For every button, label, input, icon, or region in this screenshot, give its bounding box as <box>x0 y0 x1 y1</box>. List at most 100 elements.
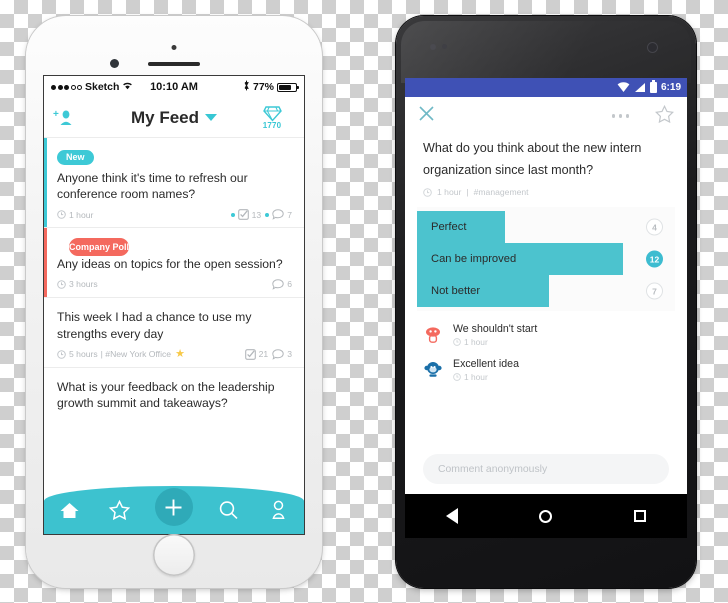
comments-list: We shouldn't start 1 hour Excellent idea… <box>405 311 687 382</box>
unread-dot-icon <box>265 212 270 217</box>
page-title: My Feed <box>130 107 200 127</box>
iphone-sensor <box>171 45 177 50</box>
gem-count-label: 1770 <box>262 121 282 130</box>
recent-square-icon[interactable] <box>634 510 646 522</box>
comment-input[interactable]: Comment anonymously <box>423 454 669 484</box>
close-button[interactable] <box>418 105 435 127</box>
create-post-button[interactable] <box>154 488 193 526</box>
android-app-bar <box>405 97 687 135</box>
vote-count: 21 <box>258 349 269 360</box>
poll-option[interactable]: Can be improved 12 <box>417 243 675 276</box>
sidebar-item-favorites[interactable] <box>105 500 135 520</box>
card-time: 3 hours <box>69 279 98 290</box>
comment-text: We shouldn't start <box>453 323 538 336</box>
comment-stat[interactable]: 3 <box>272 348 292 360</box>
poll-option-count: 4 <box>646 218 663 236</box>
iphone-front-camera <box>110 59 119 68</box>
more-options-button[interactable] <box>611 114 629 118</box>
mushroom-avatar-icon <box>423 325 443 345</box>
card-tag: | #New York Office <box>100 349 172 360</box>
gem-balance-button[interactable]: 1770 <box>249 105 295 130</box>
feed-card[interactable]: What is your feedback on the leadership … <box>44 367 304 426</box>
android-front-camera <box>430 44 436 50</box>
battery-icon <box>649 80 657 93</box>
home-circle-icon[interactable] <box>539 510 552 523</box>
sidebar-item-home[interactable] <box>54 501 84 520</box>
battery-icon <box>277 82 300 92</box>
card-time: 1 hour <box>69 209 94 220</box>
home-icon <box>60 502 79 518</box>
bluetooth-icon <box>243 80 250 94</box>
ios-clock: 10:10 AM <box>150 81 198 93</box>
vote-stat[interactable]: 13 <box>230 209 262 221</box>
poll-option[interactable]: Not better 7 <box>417 275 675 308</box>
svg-text:+: + <box>53 109 59 120</box>
card-text: This week I had a chance to use my stren… <box>57 309 252 341</box>
star-outline-icon <box>655 104 674 123</box>
status-badge: Company Poll <box>69 238 130 257</box>
android-screen: 6:19 What do you think about the new int… <box>405 78 687 538</box>
android-device: 6:19 What do you think about the new int… <box>396 16 696 588</box>
poll-option[interactable]: Perfect 4 <box>417 211 675 244</box>
back-triangle-icon[interactable] <box>445 508 458 524</box>
comment-count: 6 <box>287 279 292 290</box>
clock-icon <box>453 373 461 381</box>
android-nav-bar <box>405 494 687 538</box>
ios-status-bar: Sketch 10:10 AM 77% <box>44 76 304 98</box>
clock-icon <box>57 210 66 219</box>
card-accent-bar <box>44 228 47 297</box>
wifi-icon <box>617 82 630 92</box>
comment-stat[interactable]: 7 <box>265 209 292 220</box>
favorite-button[interactable] <box>655 104 674 128</box>
comment-count: 3 <box>287 349 292 360</box>
search-icon <box>219 501 238 519</box>
feed-card[interactable]: New Anyone think it's time to refresh ou… <box>44 138 304 229</box>
comment-bubble-icon <box>272 348 284 360</box>
android-status-bar: 6:19 <box>405 78 687 97</box>
clock-icon <box>423 187 432 197</box>
post-tag: #management <box>473 187 529 198</box>
more-options-icon <box>611 114 615 118</box>
comment-stat[interactable]: 6 <box>272 279 292 290</box>
card-text: What is your feedback on the leadership … <box>57 379 275 411</box>
android-glass-reflection <box>401 21 691 83</box>
iphone-device: Sketch 10:10 AM 77% + My Feed 1770 New A… <box>26 16 322 588</box>
list-item[interactable]: We shouldn't start 1 hour <box>423 323 669 347</box>
star-filled-icon[interactable]: ★ <box>175 348 185 360</box>
profile-icon <box>272 500 285 520</box>
feed-title-dropdown[interactable]: My Feed <box>99 108 249 128</box>
android-proximity-sensor <box>442 44 447 49</box>
vote-stat[interactable]: 21 <box>244 348 269 360</box>
feed-list: New Anyone think it's time to refresh ou… <box>44 138 304 426</box>
list-item[interactable]: Excellent idea 1 hour <box>423 358 669 382</box>
comment-time-label: 1 hour <box>464 337 488 348</box>
card-meta: 5 hours | #New York Office ★ 21 3 <box>57 348 292 360</box>
iphone-earpiece <box>148 62 200 66</box>
card-time: 5 hours <box>69 349 98 360</box>
unread-dot-icon <box>230 212 235 217</box>
clock-icon <box>453 338 461 346</box>
android-earpiece <box>647 42 658 53</box>
comment-placeholder: Comment anonymously <box>438 463 548 475</box>
card-meta: 3 hours 6 <box>57 279 292 290</box>
ios-tab-bar <box>44 486 304 534</box>
carrier-label: Sketch <box>85 81 120 93</box>
close-x-icon <box>419 106 434 121</box>
add-person-icon: + <box>53 109 72 125</box>
battery-percent-label: 77% <box>253 81 275 93</box>
card-accent-bar <box>44 138 47 228</box>
feed-card[interactable]: This week I had a chance to use my stren… <box>44 297 304 368</box>
add-person-button[interactable]: + <box>53 108 99 128</box>
sidebar-item-profile[interactable] <box>264 500 294 520</box>
card-meta: 1 hour 13 7 <box>57 209 292 221</box>
meta-separator: | <box>466 187 469 198</box>
iphone-home-button[interactable] <box>153 534 195 576</box>
vote-count: 13 <box>251 209 262 220</box>
sidebar-item-search[interactable] <box>213 500 243 520</box>
poll-option-label: Not better <box>431 285 481 298</box>
post-meta: 1 hour | #management <box>405 181 687 207</box>
poll-option-label: Can be improved <box>431 253 517 266</box>
feed-card[interactable]: Company Poll Any ideas on topics for the… <box>44 228 304 298</box>
card-text: Any ideas on topics for the open session… <box>57 257 283 272</box>
comment-count: 7 <box>287 209 292 220</box>
